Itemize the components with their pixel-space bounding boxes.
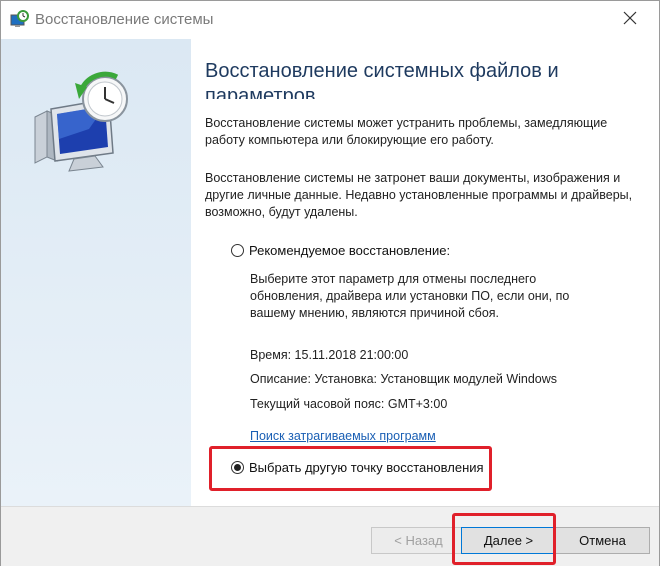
recommended-description: Выберите этот параметр для отмены послед… <box>250 272 570 320</box>
system-restore-icon <box>9 10 29 30</box>
close-icon <box>623 11 637 30</box>
intro-text: Восстановление системы может устранить п… <box>205 116 608 147</box>
page-title-line1: Восстановление системных файлов и <box>205 60 559 82</box>
scan-affected-programs-link[interactable]: Поиск затрагиваемых программ <box>250 429 436 443</box>
cancel-button[interactable]: Отмена <box>555 527 650 554</box>
recommended-label: Рекомендуемое восстановление: <box>249 243 451 258</box>
next-button[interactable]: Далее > <box>461 527 556 554</box>
close-button[interactable] <box>607 5 653 35</box>
recommended-radio[interactable] <box>231 244 244 257</box>
left-banner <box>1 39 191 506</box>
choose-other-point-option[interactable]: Выбрать другую точку восстановления <box>231 460 484 475</box>
restore-time: Время: 15.11.2018 21:00:00 <box>250 348 409 362</box>
button-bar: < Назад Далее > Отмена <box>1 506 659 566</box>
notice-text: Восстановление системы не затронет ваши … <box>205 171 633 219</box>
system-restore-window: Восстановление системы Восстановление си… <box>0 0 660 566</box>
restore-timezone: Текущий часовой пояс: GMT+3:00 <box>250 397 448 411</box>
page-title-line2: параметров <box>205 85 316 99</box>
restore-description: Описание: Установка: Установщик модулей … <box>250 372 558 386</box>
page-title: Восстановление системных файлов и параме… <box>205 59 645 99</box>
choose-other-label: Выбрать другую точку восстановления <box>249 460 484 475</box>
choose-other-radio[interactable] <box>231 461 244 474</box>
title-bar: Восстановление системы <box>1 1 659 39</box>
content-panel: Восстановление системных файлов и параме… <box>191 39 659 506</box>
recommended-restore-option[interactable]: Рекомендуемое восстановление: <box>231 243 450 258</box>
window-title: Восстановление системы <box>35 11 214 28</box>
back-button[interactable]: < Назад <box>371 527 466 554</box>
computer-restore-clock-icon <box>29 69 139 179</box>
